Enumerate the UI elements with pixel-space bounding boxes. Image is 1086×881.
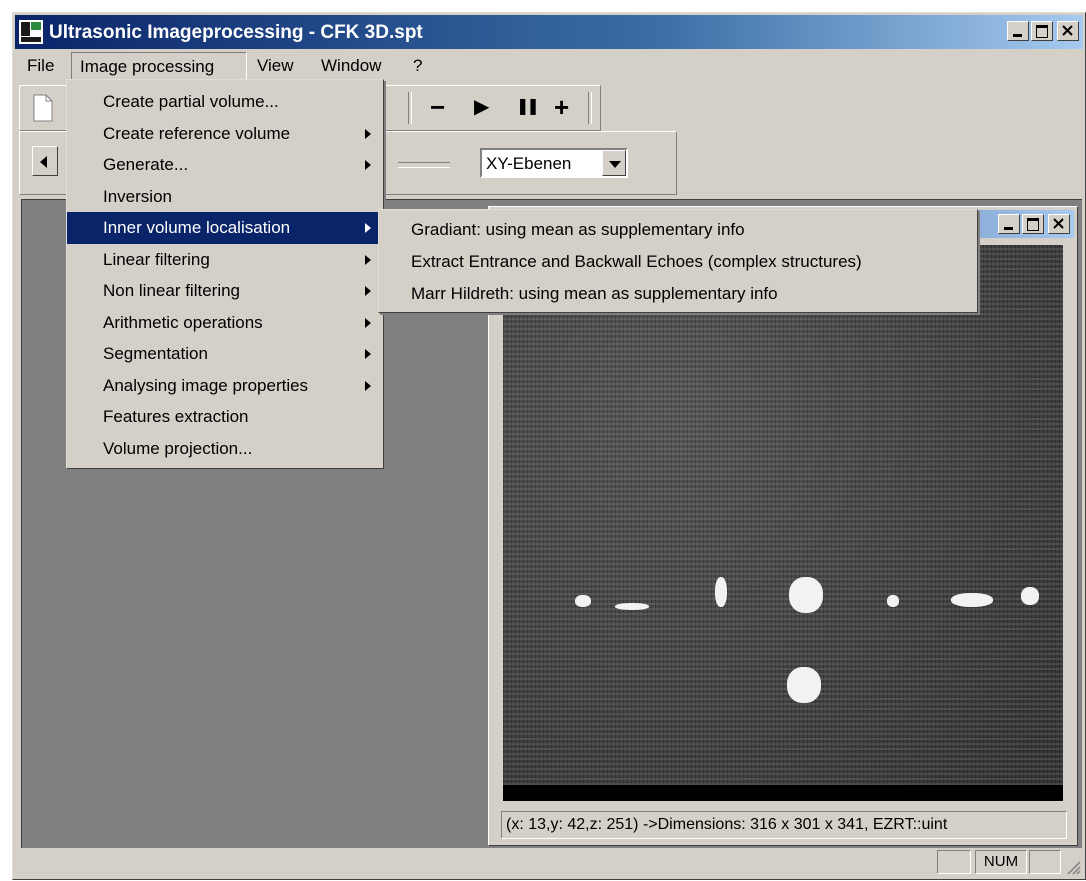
menu-item-features-extraction[interactable]: Features extraction — [67, 401, 383, 433]
prev-slice-button[interactable] — [32, 146, 58, 176]
coordinate-readout: (x: 13,y: 42,z: 251) ->Dimensions: 316 x… — [506, 816, 948, 833]
menu-image-processing-label: Image processing — [80, 57, 215, 76]
pause-button[interactable]: ❚❚ — [516, 92, 540, 122]
menu-window[interactable]: Window — [321, 56, 381, 76]
menu-item-label: Inversion — [103, 186, 172, 206]
status-pane-num: NUM — [975, 850, 1027, 874]
window-title: Ultrasonic Imageprocessing - CFK 3D.spt — [49, 22, 423, 43]
left-arrow-icon — [40, 156, 47, 168]
maximize-icon — [1027, 218, 1039, 231]
menu-item-non-linear-filtering[interactable]: Non linear filtering — [67, 275, 383, 307]
submenu-item[interactable]: Extract Entrance and Backwall Echoes (co… — [379, 246, 977, 278]
menu-view[interactable]: View — [257, 56, 294, 76]
maximize-button[interactable] — [1031, 21, 1053, 41]
menu-item-create-reference-volume[interactable]: Create reference volume — [67, 118, 383, 150]
close-button[interactable] — [1057, 21, 1079, 41]
submenu-arrow-icon — [365, 380, 371, 391]
toolbar-separator — [408, 92, 412, 124]
menu-item-arithmetic-operations[interactable]: Arithmetic operations — [67, 307, 383, 339]
menu-item-label: Segmentation — [103, 344, 208, 363]
menu-item-linear-filtering[interactable]: Linear filtering — [67, 244, 383, 276]
menu-file[interactable]: File — [27, 56, 54, 76]
zoom-out-button[interactable]: − — [430, 92, 445, 122]
submenu-arrow-icon — [365, 160, 371, 170]
submenu-arrow-icon — [365, 223, 371, 233]
menu-item-label: Volume projection... — [103, 438, 253, 458]
resize-grip-icon[interactable] — [1065, 859, 1081, 875]
menu-item-label: Create partial volume... — [103, 92, 279, 111]
menu-item-analysing-image-properties[interactable]: Analysing image properties — [67, 370, 383, 402]
menu-item-volume-projection[interactable]: Volume projection... — [67, 433, 383, 465]
app-icon — [19, 20, 43, 44]
echo-spot — [715, 577, 727, 607]
new-file-icon[interactable] — [32, 94, 54, 122]
status-pane-scroll — [1029, 850, 1061, 874]
menu-item-label: Arithmetic operations — [103, 312, 263, 332]
chevron-down-icon — [609, 161, 621, 168]
maximize-icon — [1036, 25, 1048, 38]
slice-slider[interactable] — [398, 162, 450, 168]
play-button[interactable]: ▶ — [474, 92, 489, 122]
submenu-item[interactable]: Gradiant: using mean as supplementary in… — [379, 214, 977, 246]
menu-bar: File Image processing View Window ? — [15, 51, 1083, 81]
plane-select-button[interactable] — [602, 150, 626, 176]
child-minimize-button[interactable] — [998, 214, 1020, 234]
inner-volume-localisation-submenu: Gradiant: using mean as supplementary in… — [378, 209, 978, 313]
echo-spot — [789, 577, 823, 613]
echo-spot — [887, 595, 899, 607]
menu-item-create-partial-volume[interactable]: Create partial volume... — [67, 86, 383, 118]
status-bar: NUM — [15, 847, 1083, 877]
menu-image-processing[interactable]: Image processing — [71, 52, 247, 80]
close-icon — [1062, 25, 1073, 36]
close-icon — [1053, 218, 1064, 229]
minimize-icon — [1013, 34, 1022, 37]
submenu-arrow-icon — [365, 349, 371, 359]
submenu-arrow-icon — [365, 286, 371, 296]
menu-item-segmentation[interactable]: Segmentation — [67, 338, 383, 370]
title-bar[interactable]: Ultrasonic Imageprocessing - CFK 3D.spt — [15, 15, 1083, 49]
menu-item-generate[interactable]: Generate... — [67, 149, 383, 181]
menu-item-label: Inner volume localisation — [103, 218, 291, 237]
zoom-in-button[interactable]: + — [554, 92, 569, 122]
menu-item-label: Linear filtering — [103, 249, 210, 269]
submenu-arrow-icon — [365, 254, 371, 265]
menu-item-label: Analysing image properties — [103, 375, 309, 395]
status-pane-caps — [937, 850, 971, 874]
menu-item-label: Non linear filtering — [103, 281, 241, 300]
child-maximize-button[interactable] — [1022, 214, 1044, 234]
menu-item-inner-volume-localisation[interactable]: Inner volume localisation — [67, 212, 383, 244]
echo-spot — [787, 667, 821, 703]
submenu-arrow-icon — [365, 128, 371, 139]
minimize-button[interactable] — [1007, 21, 1029, 41]
echo-spot — [951, 593, 993, 607]
image-processing-menu: Create partial volume... Create reference… — [66, 79, 384, 469]
plane-select-value: XY-Ebenen — [486, 154, 572, 173]
child-status-bar: (x: 13,y: 42,z: 251) ->Dimensions: 316 x… — [501, 811, 1067, 839]
ultrasonic-image-view[interactable] — [503, 245, 1063, 801]
menu-item-inversion[interactable]: Inversion — [67, 181, 383, 213]
echo-spot — [1021, 587, 1039, 605]
minimize-icon — [1004, 227, 1013, 230]
submenu-arrow-icon — [365, 317, 371, 328]
submenu-item[interactable]: Marr Hildreth: using mean as supplementa… — [379, 278, 977, 310]
echo-spot — [575, 595, 591, 607]
toolbar-separator — [588, 92, 592, 124]
menu-item-label: Features extraction — [103, 407, 249, 426]
menu-item-label: Generate... — [103, 155, 189, 174]
echo-spot — [615, 603, 649, 610]
plane-select[interactable]: XY-Ebenen — [480, 148, 628, 178]
child-close-button[interactable] — [1048, 214, 1070, 234]
menu-item-label: Create reference volume — [103, 123, 291, 143]
menu-help[interactable]: ? — [413, 56, 422, 76]
